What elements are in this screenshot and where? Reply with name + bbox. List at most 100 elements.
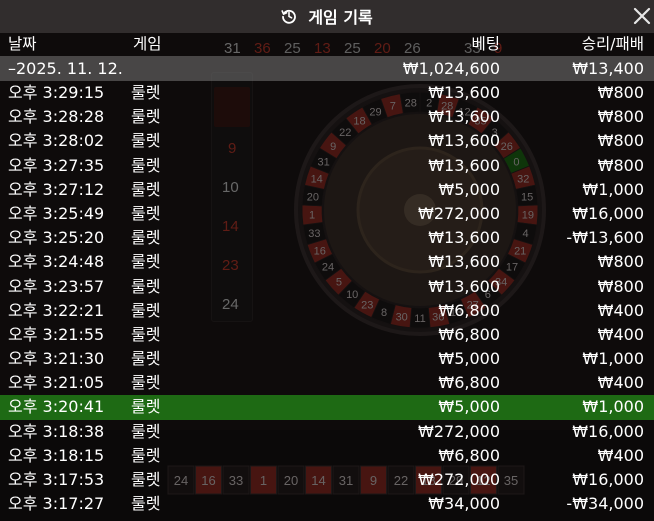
row-result: ₩16,000 [572,203,644,223]
history-clock-icon [281,9,297,24]
row-result: ₩400 [597,445,644,465]
row-bet: ₩13,600 [428,252,500,272]
row-result: ₩16,000 [572,421,644,441]
row-bet: ₩272,000 [418,203,500,223]
table-row[interactable]: 오후 3:18:38 룰렛 ₩272,000 ₩16,000 [0,420,654,444]
row-game: 룰렛 [131,421,161,441]
table-row[interactable]: 오후 3:29:15 룰렛 ₩13,600 ₩800 [0,81,654,105]
row-bet: ₩13,600 [428,276,500,296]
row-bet: ₩13,600 [428,131,500,151]
column-header-bet[interactable]: 베팅 [471,33,500,56]
row-time: 오후 3:27:35 [8,155,105,175]
row-time: 오후 3:18:15 [8,445,105,465]
date-group-label: –2025. 11. 12. [8,59,123,78]
row-time: 오후 3:18:38 [8,421,105,441]
row-time: 오후 3:17:53 [8,470,105,489]
date-group-row[interactable]: –2025. 11. 12. ₩1,024,600 ₩13,400 [0,56,654,81]
table-row[interactable]: 오후 3:21:05 룰렛 ₩6,800 ₩400 [0,371,654,395]
row-game: 룰렛 [131,324,161,344]
column-header-result[interactable]: 승리/패배 [582,33,644,56]
row-game: 룰렛 [131,397,161,417]
row-game: 룰렛 [131,349,161,369]
row-game: 룰렛 [131,252,161,272]
row-game: 룰렛 [131,445,161,465]
row-game: 룰렛 [131,155,161,175]
row-time: 오후 3:21:55 [8,324,105,344]
table-row[interactable]: 오후 3:25:49 룰렛 ₩272,000 ₩16,000 [0,202,654,226]
dialog-titlebar: 게임 기록 [0,0,654,33]
row-game: 룰렛 [131,300,161,320]
row-time: 오후 3:17:27 [8,494,105,514]
row-result: ₩800 [597,83,644,102]
table-row[interactable]: 오후 3:28:02 룰렛 ₩13,600 ₩800 [0,129,654,153]
row-bet: ₩5,000 [438,397,500,417]
row-game: 룰렛 [131,203,161,223]
column-header-game[interactable]: 게임 [133,33,162,56]
row-bet: ₩13,600 [428,155,500,175]
table-row[interactable]: 오후 3:20:41 룰렛 ₩5,000 ₩1,000 [0,395,654,420]
row-time: 오후 3:25:49 [8,203,105,223]
table-row[interactable]: 오후 3:21:30 룰렛 ₩5,000 ₩1,000 [0,347,654,371]
row-bet: ₩272,000 [418,421,500,441]
table-header: 날짜 게임 베팅 승리/패배 [0,33,654,56]
table-row[interactable]: 오후 3:17:27 룰렛 ₩34,000 -₩34,000 [0,492,654,516]
row-time: 오후 3:23:57 [8,276,105,296]
row-bet: ₩6,800 [438,300,500,320]
row-result: ₩400 [597,324,644,344]
date-group-result-total: ₩13,400 [572,59,644,78]
row-game: 룰렛 [131,373,161,393]
row-time: 오후 3:29:15 [8,83,105,102]
row-result: -₩34,000 [566,494,644,514]
table-row[interactable]: 오후 3:18:15 룰렛 ₩6,800 ₩400 [0,444,654,468]
row-bet: ₩272,000 [418,470,500,489]
table-row[interactable]: 오후 3:27:35 룰렛 ₩13,600 ₩800 [0,154,654,178]
row-result: ₩800 [597,131,644,151]
row-result: ₩400 [597,300,644,320]
row-game: 룰렛 [131,107,161,127]
row-result: ₩800 [597,276,644,296]
date-group-bet-total: ₩1,024,600 [402,59,500,78]
row-game: 룰렛 [131,83,161,102]
row-time: 오후 3:21:30 [8,349,105,369]
row-bet: ₩13,600 [428,228,500,248]
row-bet: ₩6,800 [438,445,500,465]
row-time: 오후 3:21:05 [8,373,105,393]
row-bet: ₩13,600 [428,83,500,102]
row-time: 오후 3:22:21 [8,300,105,320]
row-bet: ₩34,000 [428,494,500,514]
column-header-date[interactable]: 날짜 [8,33,37,56]
row-bet: ₩5,000 [438,349,500,369]
table-row[interactable]: 오후 3:27:12 룰렛 ₩5,000 ₩1,000 [0,178,654,202]
row-result: ₩1,000 [582,349,644,369]
row-bet: ₩5,000 [438,179,500,199]
table-row[interactable]: 오후 3:22:21 룰렛 ₩6,800 ₩400 [0,299,654,323]
row-result: ₩400 [597,373,644,393]
row-time: 오후 3:28:02 [8,131,105,151]
table-row[interactable]: 오후 3:23:57 룰렛 ₩13,600 ₩800 [0,275,654,299]
table-row[interactable]: 오후 3:24:48 룰렛 ₩13,600 ₩800 [0,250,654,274]
row-result: ₩1,000 [582,179,644,199]
table-row[interactable]: 오후 3:28:28 룰렛 ₩13,600 ₩800 [0,105,654,129]
row-result: -₩13,600 [566,228,644,248]
row-result: ₩800 [597,252,644,272]
row-result: ₩800 [597,107,644,127]
row-result: ₩16,000 [572,470,644,489]
row-time: 오후 3:20:41 [8,397,105,417]
row-game: 룰렛 [131,276,161,296]
dialog-title: 게임 기록 [308,8,373,27]
table-row[interactable]: 오후 3:25:20 룰렛 ₩13,600 -₩13,600 [0,226,654,250]
row-bet: ₩6,800 [438,373,500,393]
table-row[interactable]: 오후 3:17:53 룰렛 ₩272,000 ₩16,000 [0,468,654,492]
row-game: 룰렛 [131,179,161,199]
table-row[interactable]: 오후 3:21:55 룰렛 ₩6,800 ₩400 [0,323,654,347]
row-game: 룰렛 [131,494,161,514]
game-history-dialog: 게임 기록 날짜 게임 베팅 승리/패배 –2025. 11. 12. ₩1,0… [0,0,654,521]
close-icon[interactable] [632,6,652,26]
row-game: 룰렛 [131,228,161,248]
row-result: ₩800 [597,155,644,175]
row-time: 오후 3:25:20 [8,228,105,248]
row-game: 룰렛 [131,131,161,151]
row-result: ₩1,000 [582,397,644,417]
row-time: 오후 3:27:12 [8,179,105,199]
row-bet: ₩6,800 [438,324,500,344]
